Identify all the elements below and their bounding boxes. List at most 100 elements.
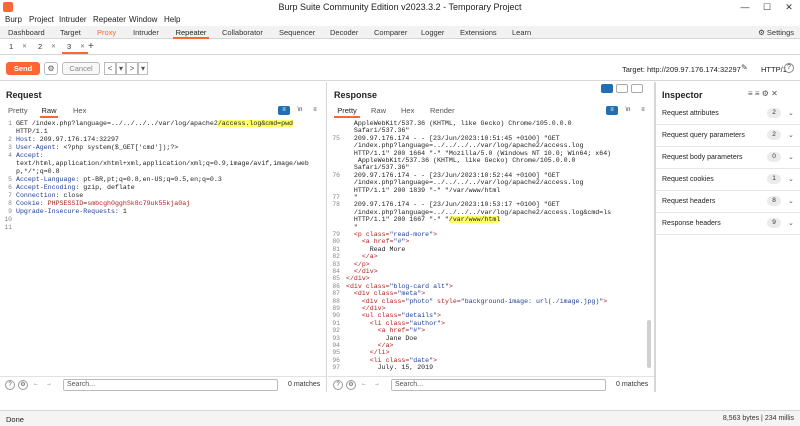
tab-comparer[interactable]: Comparer (374, 27, 407, 39)
next-match-icon[interactable]: → (372, 380, 382, 390)
send-button[interactable]: Send (6, 62, 40, 75)
inspector-request-query-parameters[interactable]: Request query parameters 2 ⌄ (656, 125, 800, 147)
send-options-gear-icon[interactable]: ⚙ (44, 62, 58, 75)
wrap-lines-icon[interactable]: ≡ (606, 106, 618, 115)
search-settings-gear-icon[interactable]: ⚙ (346, 380, 356, 390)
close-tab-icon[interactable]: ✕ (51, 41, 56, 53)
menu-window[interactable]: Window (129, 15, 157, 24)
request-tab-2[interactable]: 2 ✕ (33, 41, 59, 54)
code-text: text/html,application/xhtml+xml,applicat… (16, 160, 309, 168)
line-number: 75 (332, 134, 340, 142)
minimize-icon[interactable]: — (734, 0, 756, 14)
show-newlines-icon[interactable]: \n (294, 106, 306, 115)
maximize-icon[interactable]: ☐ (756, 0, 778, 14)
close-icon[interactable]: ✕ (778, 0, 800, 14)
tab-decoder[interactable]: Decoder (330, 27, 358, 39)
edit-target-pencil-icon[interactable]: ✎ (741, 63, 748, 72)
request-tab-label: 3 (67, 42, 72, 51)
menu-burp[interactable]: Burp (5, 15, 22, 24)
line-number: 9 (8, 208, 12, 215)
menu-intruder[interactable]: Intruder (59, 15, 87, 24)
layout-side-by-side-icon[interactable] (601, 84, 613, 93)
chevron-down-icon: ⌄ (788, 132, 794, 139)
request-tab-hex[interactable]: Hex (73, 106, 86, 118)
history-back-dropdown-icon[interactable]: ▾ (116, 62, 126, 75)
menu-icon[interactable]: ≡ (309, 106, 321, 115)
help-icon[interactable]: ? (333, 380, 343, 390)
settings-label: Settings (766, 28, 794, 37)
tab-logger[interactable]: Logger (421, 27, 444, 39)
response-tab-render[interactable]: Render (430, 106, 455, 118)
request-tab-raw[interactable]: Raw (40, 106, 58, 118)
tab-collaborator[interactable]: Collaborator (222, 27, 263, 39)
tab-learn[interactable]: Learn (512, 27, 531, 39)
line-number: 1 (8, 120, 12, 127)
response-match-count: 0 matches (616, 381, 649, 388)
next-match-icon[interactable]: → (44, 380, 54, 390)
layout-tabs-icon[interactable] (631, 84, 643, 93)
menu-repeater[interactable]: Repeater (93, 15, 126, 24)
code-token: </div> (346, 275, 370, 283)
response-editor[interactable]: AppleWebKit/537.36 (KHTML, like Gecko) C… (328, 118, 654, 376)
line-number: 10 (4, 216, 12, 223)
code-token: > (448, 282, 453, 290)
wrap-lines-icon[interactable]: ≡ (278, 106, 290, 115)
code-token: </li> (369, 349, 390, 357)
request-tab-1[interactable]: 1 ✕ (4, 41, 30, 54)
history-forward-dropdown-icon[interactable]: ▾ (138, 62, 148, 75)
help-icon[interactable]: ? (784, 63, 794, 73)
code-token: /index.php?language=../../../../var/log/… (346, 208, 612, 216)
inspector-toolbar-icons[interactable]: ≡ ≡ ⚙ ✕ (748, 89, 778, 98)
inspector-request-attributes[interactable]: Request attributes 2 ⌄ (656, 103, 800, 125)
code-token: > (405, 238, 410, 246)
tab-intruder[interactable]: Intruder (133, 27, 159, 39)
search-settings-gear-icon[interactable]: ⚙ (18, 380, 28, 390)
layout-stacked-icon[interactable] (616, 84, 628, 93)
tab-target[interactable]: Target (60, 27, 81, 39)
inspector-request-body-parameters[interactable]: Request body parameters 0 ⌄ (656, 147, 800, 169)
show-newlines-icon[interactable]: \n (622, 106, 634, 115)
code-token: HTTP/1.1" 200 1839 "-" "/var/www/html (346, 186, 501, 194)
tab-proxy[interactable]: Proxy (97, 27, 116, 39)
response-tab-hex[interactable]: Hex (401, 106, 414, 118)
code-token: <div (361, 297, 382, 305)
help-icon[interactable]: ? (5, 380, 15, 390)
inspector-response-headers[interactable]: Response headers 9 ⌄ (656, 213, 800, 235)
inspector-row-label: Request cookies (662, 176, 714, 183)
history-back-icon[interactable]: < (104, 62, 116, 75)
tab-sequencer[interactable]: Sequencer (279, 27, 315, 39)
code-token: Accept-Language: (16, 176, 84, 183)
code-token: Accept: (16, 152, 44, 159)
tab-repeater[interactable]: Repeater (173, 27, 209, 39)
menu-icon[interactable]: ≡ (637, 106, 649, 115)
request-search-input[interactable]: Search... (63, 379, 278, 391)
previous-match-icon[interactable]: ← (359, 380, 369, 390)
response-tab-pretty[interactable]: Pretty (334, 106, 360, 118)
code-text: HTTP/1.1" 200 1667 "-" "/var/www/html (346, 216, 501, 224)
close-tab-icon[interactable]: ✕ (22, 41, 27, 53)
request-tab-pretty[interactable]: Pretty (8, 106, 28, 118)
inspector-request-cookies[interactable]: Request cookies 1 ⌄ (656, 169, 800, 191)
response-search-input[interactable]: Search... (391, 379, 606, 391)
settings-button[interactable]: ⚙ Settings (758, 28, 794, 37)
add-tab-icon[interactable]: + (88, 41, 94, 52)
menu-project[interactable]: Project (29, 15, 54, 24)
response-scrollbar[interactable] (647, 320, 651, 368)
request-editor[interactable]: 1 GET /index.php?language=../../../../var… (0, 118, 326, 376)
menu-help[interactable]: Help (164, 15, 180, 24)
tab-dashboard[interactable]: Dashboard (8, 27, 45, 39)
code-text: Accept: (16, 152, 44, 160)
history-forward-icon[interactable]: > (126, 62, 138, 75)
line-number: 78 (332, 201, 340, 209)
response-tab-raw[interactable]: Raw (371, 106, 386, 118)
previous-match-icon[interactable]: ← (31, 380, 41, 390)
code-token: style= (437, 297, 461, 305)
cancel-button[interactable]: Cancel (62, 62, 100, 75)
inspector-row-count: 9 (767, 218, 781, 228)
http-version-toggle[interactable]: HTTP/1 (761, 65, 787, 74)
request-tab-3[interactable]: 3 ✕ (62, 41, 88, 54)
close-tab-icon[interactable]: ✕ (80, 41, 85, 53)
inspector-request-headers[interactable]: Request headers 8 ⌄ (656, 191, 800, 213)
tab-extensions[interactable]: Extensions (460, 27, 497, 39)
